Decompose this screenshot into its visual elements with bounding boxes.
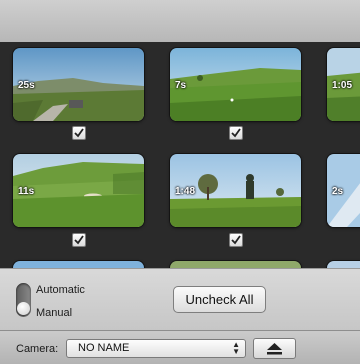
- clip-thumbnail-6[interactable]: 2s: [327, 154, 360, 227]
- checkmark-icon: [74, 235, 84, 245]
- switch-knob[interactable]: [17, 302, 30, 315]
- clip-duration: 2s: [332, 186, 344, 197]
- checkmark-icon: [231, 128, 241, 138]
- up-down-arrows-icon: ▲ ▼: [232, 340, 240, 356]
- clip-thumbnail-9[interactable]: [327, 261, 360, 268]
- clip-2-image: [170, 48, 301, 121]
- clip-thumbnail-1[interactable]: 25s: [13, 48, 144, 121]
- clip-8-image: [170, 261, 301, 268]
- window-top-bar: [0, 0, 360, 43]
- eject-icon: [267, 343, 282, 355]
- clip-4-checkbox[interactable]: [72, 233, 86, 247]
- clip-duration: 25s: [18, 80, 35, 91]
- camera-select[interactable]: NO NAME ▲ ▼: [66, 339, 246, 358]
- clip-thumbnail-2[interactable]: 7s: [170, 48, 301, 121]
- clip-9-image: [327, 261, 360, 268]
- clip-1-checkbox[interactable]: [72, 126, 86, 140]
- clip-2-checkbox[interactable]: [229, 126, 243, 140]
- clip-thumbnail-3[interactable]: 1:05: [327, 48, 360, 121]
- clip-7-image: [13, 261, 144, 268]
- clip-duration: 1:48: [175, 186, 196, 197]
- import-mode-switch[interactable]: [16, 283, 31, 317]
- clip-5-checkbox[interactable]: [229, 233, 243, 247]
- clip-thumbnail-8[interactable]: [170, 261, 301, 268]
- clip-thumbnail-7[interactable]: [13, 261, 144, 268]
- clip-duration: 1:05: [332, 80, 353, 91]
- manual-label: Manual: [36, 307, 73, 319]
- clip-thumbnail-4[interactable]: 11s: [13, 154, 144, 227]
- automatic-label: Automatic: [36, 284, 85, 296]
- eject-button[interactable]: [253, 338, 296, 359]
- clip-duration: 11s: [18, 186, 35, 197]
- camera-select-value: NO NAME: [78, 342, 130, 354]
- checkmark-icon: [74, 128, 84, 138]
- checkmark-icon: [231, 235, 241, 245]
- clip-browser[interactable]: 25s 7s 1:05 11s 1:48 2s: [0, 42, 360, 268]
- clip-duration: 7s: [175, 80, 187, 91]
- camera-label: Camera:: [16, 343, 59, 355]
- clip-thumbnail-5[interactable]: 1:48: [170, 154, 301, 227]
- uncheck-all-button[interactable]: Uncheck All: [173, 286, 266, 313]
